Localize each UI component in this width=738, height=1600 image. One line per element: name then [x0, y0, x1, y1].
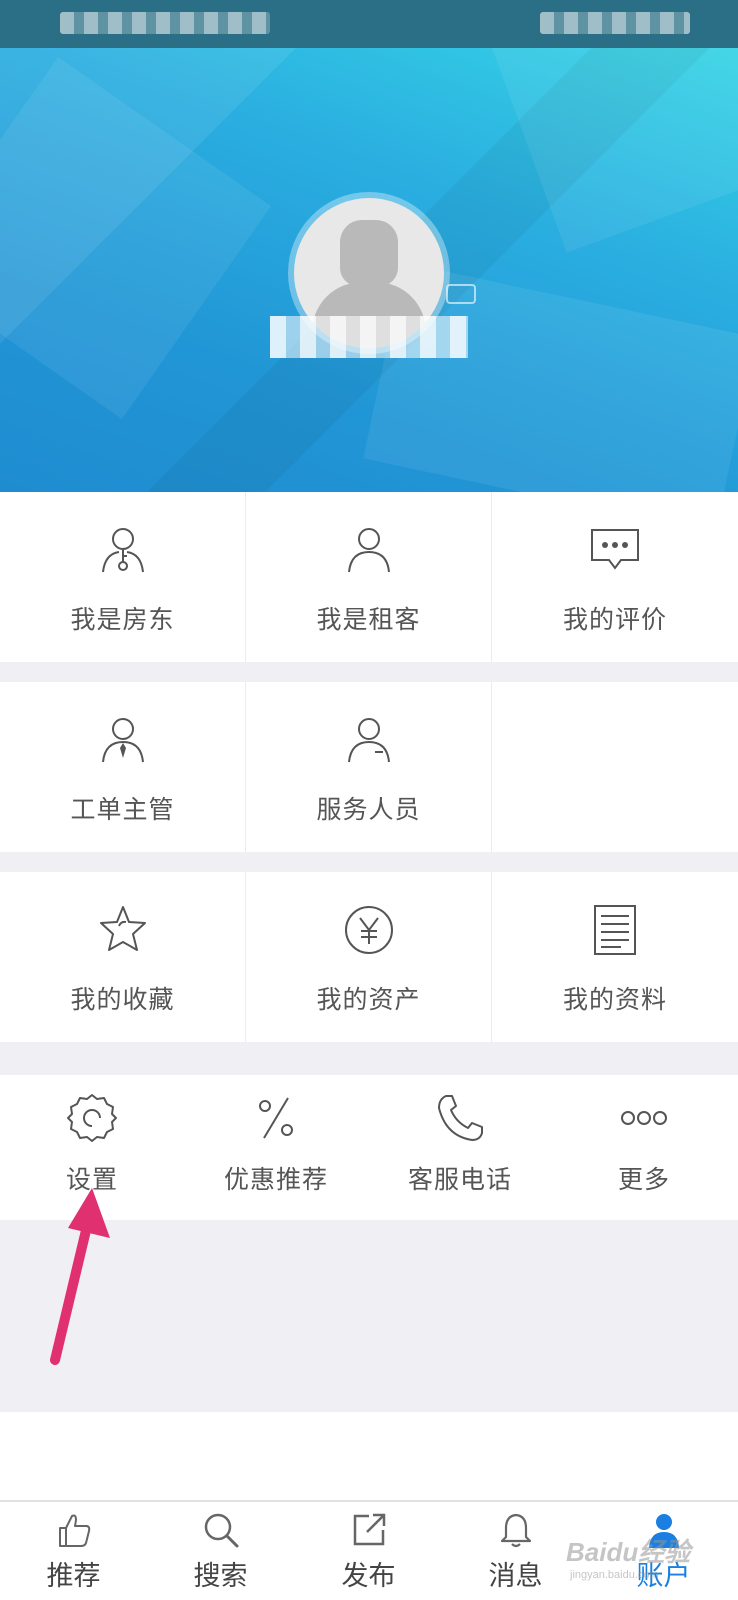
username-blurred[interactable]	[270, 316, 468, 358]
menu-item-label: 服务人员	[316, 795, 421, 824]
nav-label: 消息	[488, 1561, 543, 1592]
document-list-icon	[594, 905, 636, 955]
manager-icon	[101, 718, 144, 763]
tool-label: 更多	[617, 1165, 670, 1194]
more-dots-icon	[621, 1111, 667, 1125]
tool-customer-service[interactable]: 客服电话	[368, 1075, 552, 1220]
nav-label: 搜索	[193, 1561, 248, 1592]
menu-item-label: 我的资产	[316, 985, 421, 1014]
menu-item-label: 我是租客	[316, 605, 421, 634]
tools-row: 设置 优惠推荐 客服电话 更多	[0, 1075, 738, 1220]
watermark-brand: Baidu经验	[566, 1537, 691, 1567]
status-blurred-right	[540, 12, 690, 34]
baidu-watermark: Baidu经验 jingyan.baidu.com	[566, 1532, 690, 1581]
comment-icon	[591, 529, 639, 570]
menu-item-label: 我的评价	[562, 605, 667, 634]
badge-icon	[446, 284, 476, 304]
header-decoration	[491, 48, 738, 253]
tool-more[interactable]: 更多	[552, 1075, 736, 1220]
landlord-icon	[101, 528, 144, 573]
menu-item-label: 我的收藏	[70, 985, 175, 1014]
tenant-icon	[347, 528, 390, 573]
gear-icon	[67, 1094, 117, 1142]
watermark-url: jingyan.baidu.com	[570, 1569, 659, 1581]
header-decoration	[0, 56, 272, 420]
menu-item-work-order-manager[interactable]: 工单主管	[0, 682, 246, 852]
bell-icon	[500, 1513, 531, 1548]
yuan-icon	[344, 906, 393, 954]
menu-item-label: 我的资料	[562, 985, 667, 1014]
menu-item-profile-info[interactable]: 我的资料	[492, 872, 738, 1042]
menu-row-3: 我的收藏 我的资产 我的资料	[0, 872, 738, 1042]
menu-item-tenant[interactable]: 我是租客	[246, 492, 492, 662]
menu-item-label: 我是房东	[70, 605, 175, 634]
menu-item-landlord[interactable]: 我是房东	[0, 492, 246, 662]
nav-item-recommend[interactable]: 推荐	[0, 1502, 147, 1600]
percent-icon	[259, 1097, 293, 1139]
separator	[0, 852, 738, 872]
nav-item-search[interactable]: 搜索	[147, 1502, 294, 1600]
menu-item-assets[interactable]: 我的资产	[246, 872, 492, 1042]
menu-item-reviews[interactable]: 我的评价	[492, 492, 738, 662]
tool-label: 优惠推荐	[223, 1165, 328, 1194]
nav-item-publish[interactable]: 发布	[295, 1502, 442, 1600]
profile-header	[0, 48, 738, 492]
star-icon	[99, 906, 146, 951]
status-bar	[0, 0, 738, 48]
phone-icon	[438, 1095, 483, 1141]
separator	[0, 1042, 738, 1075]
status-blurred-left	[60, 12, 270, 34]
thumbs-up-icon	[58, 1514, 90, 1547]
staff-icon	[347, 718, 390, 763]
menu-row-2: 工单主管 服务人员	[0, 682, 738, 852]
nav-label: 推荐	[46, 1561, 101, 1592]
menu-item-favorites[interactable]: 我的收藏	[0, 872, 246, 1042]
tool-settings[interactable]: 设置	[0, 1075, 184, 1220]
avatar-head-shape	[340, 220, 398, 286]
tool-promotions[interactable]: 优惠推荐	[184, 1075, 368, 1220]
separator	[0, 662, 738, 682]
menu-row-1: 我是房东 我是租客 我的评价	[0, 492, 738, 662]
menu-item-service-staff[interactable]: 服务人员	[246, 682, 492, 852]
empty-area	[0, 1220, 738, 1412]
search-icon	[204, 1513, 238, 1548]
tool-label: 设置	[65, 1165, 118, 1194]
nav-label: 发布	[341, 1561, 396, 1592]
share-edit-icon	[353, 1513, 385, 1546]
menu-item-empty	[492, 682, 738, 852]
menu-item-label: 工单主管	[70, 795, 175, 824]
tool-label: 客服电话	[407, 1165, 512, 1194]
